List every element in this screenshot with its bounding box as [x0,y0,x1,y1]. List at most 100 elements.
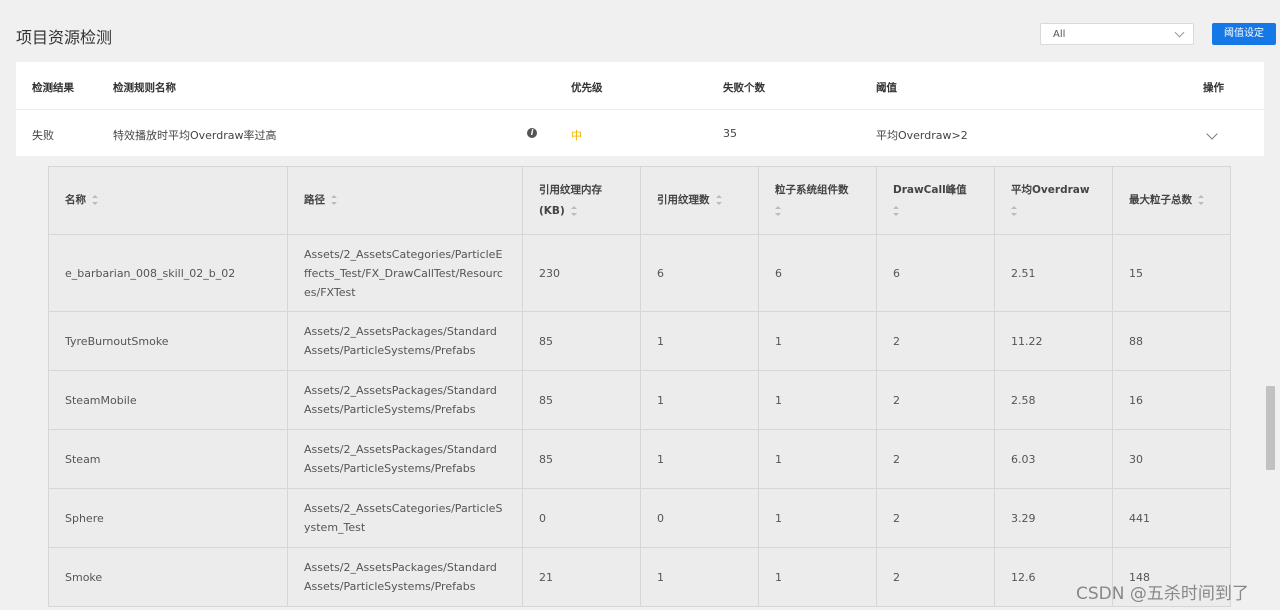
threshold-settings-button[interactable]: 阈值设定 [1212,23,1276,45]
cell-particle-components: 6 [758,234,877,312]
cell-name: SteamMobile [48,370,288,430]
cell-drawcall-peak: 2 [876,429,995,489]
sort-icon[interactable] [92,195,98,205]
cell-texture-memory: 85 [522,311,641,371]
divider [16,109,1276,110]
header-fail-count: 失败个数 [723,82,765,94]
watermark: CSDN @五杀时间到了 [1076,584,1249,604]
rules-panel: 检测结果 检测规则名称 优先级 失败个数 阈值 操作 失败 特效播放时平均Ove… [16,62,1276,156]
cell-name: e_barbarian_008_skill_02_b_02 [48,234,288,312]
scrollbar-track[interactable] [1264,62,1278,610]
column-header-label: 粒子系统组件数 [775,183,849,196]
table-row: Steam Assets/2_AssetsPackages/Standard A… [48,429,1231,489]
cell-drawcall-peak: 2 [876,370,995,430]
cell-texture-memory: 0 [522,488,641,548]
row-fail-count: 35 [723,127,737,140]
table-row: e_barbarian_008_skill_02_b_02 Assets/2_A… [48,234,1231,312]
cell-avg-overdraw: 6.03 [994,429,1113,489]
cell-texture-memory: 230 [522,234,641,312]
cell-path: Assets/2_AssetsCategories/ParticleSystem… [287,488,523,548]
column-header-label: DrawCall峰值 [893,183,967,196]
cell-texture-memory: 85 [522,429,641,489]
column-header-label: 路径 [304,194,325,206]
column-header[interactable]: 平均Overdraw [994,166,1113,235]
sort-icon[interactable] [1198,195,1204,205]
column-header-label: 平均Overdraw [1011,183,1090,196]
table-row: SteamMobile Assets/2_AssetsPackages/Stan… [48,370,1231,430]
header-result: 检测结果 [32,82,74,94]
cell-path: Assets/2_AssetsPackages/Standard Assets/… [287,429,523,489]
table-row: Smoke Assets/2_AssetsPackages/Standard A… [48,547,1231,607]
cell-particle-components: 1 [758,547,877,607]
page-title: 项目资源检测 [16,28,113,47]
column-header-label: 引用纹理数 [657,194,710,206]
column-header[interactable]: 引用纹理数 [640,166,759,235]
filter-select[interactable]: All [1040,23,1194,45]
cell-max-particles: 15 [1112,234,1231,312]
cell-avg-overdraw: 11.22 [994,311,1113,371]
info-icon[interactable]: i [527,128,537,138]
cell-drawcall-peak: 2 [876,311,995,371]
cell-name: Smoke [48,547,288,607]
column-header-label: 名称 [65,194,86,206]
cell-particle-components: 1 [758,311,877,371]
cell-particle-components: 1 [758,488,877,548]
cell-max-particles: 30 [1112,429,1231,489]
sort-icon[interactable] [570,205,577,216]
cell-texture-count: 1 [640,370,759,430]
column-header[interactable]: 粒子系统组件数 [758,166,877,235]
sort-icon[interactable] [1011,205,1017,216]
detail-header-row: 名称 路径 引用纹理内存(KB) 引用纹理数 粒子系统组件数 DrawCall峰… [48,166,1231,235]
cell-path: Assets/2_AssetsCategories/ParticleEffect… [287,234,523,312]
header-threshold: 阈值 [876,82,897,94]
chevron-down-icon [1174,27,1185,38]
cell-avg-overdraw: 2.58 [994,370,1113,430]
row-threshold: 平均Overdraw>2 [876,129,968,142]
cell-particle-components: 1 [758,429,877,489]
row-rule-name: 特效播放时平均Overdraw率过高 [113,129,277,142]
cell-texture-count: 1 [640,311,759,371]
cell-name: TyreBurnoutSmoke [48,311,288,371]
header-rule-name: 检测规则名称 [113,82,176,94]
cell-max-particles: 441 [1112,488,1231,548]
cell-max-particles: 88 [1112,311,1231,371]
sort-icon[interactable] [893,205,899,216]
column-header[interactable]: 名称 [48,166,288,235]
sort-icon[interactable] [775,205,781,216]
column-header[interactable]: 最大粒子总数 [1112,166,1231,235]
cell-path: Assets/2_AssetsPackages/Standard Assets/… [287,547,523,607]
cell-avg-overdraw: 3.29 [994,488,1113,548]
row-priority: 中 [571,129,582,142]
row-result: 失败 [32,129,54,142]
cell-drawcall-peak: 2 [876,488,995,548]
chevron-down-icon[interactable] [1206,128,1218,140]
cell-path: Assets/2_AssetsPackages/Standard Assets/… [287,311,523,371]
cell-texture-count: 1 [640,429,759,489]
cell-particle-components: 1 [758,370,877,430]
cell-avg-overdraw: 2.51 [994,234,1113,312]
column-header[interactable]: 路径 [287,166,523,235]
cell-max-particles: 16 [1112,370,1231,430]
column-header[interactable]: DrawCall峰值 [876,166,995,235]
scrollbar-thumb[interactable] [1266,386,1275,470]
column-header-label: 最大粒子总数 [1129,194,1192,206]
cell-name: Steam [48,429,288,489]
filter-select-value: All [1053,29,1066,40]
cell-name: Sphere [48,488,288,548]
detail-table: 名称 路径 引用纹理内存(KB) 引用纹理数 粒子系统组件数 DrawCall峰… [48,166,1231,607]
table-row: Sphere Assets/2_AssetsCategories/Particl… [48,488,1231,548]
header-priority: 优先级 [571,82,603,94]
cell-texture-memory: 21 [522,547,641,607]
column-header[interactable]: 引用纹理内存(KB) [522,166,641,235]
cell-texture-count: 0 [640,488,759,548]
cell-texture-count: 1 [640,547,759,607]
table-row: TyreBurnoutSmoke Assets/2_AssetsPackages… [48,311,1231,371]
cell-drawcall-peak: 6 [876,234,995,312]
cell-drawcall-peak: 2 [876,547,995,607]
cell-texture-memory: 85 [522,370,641,430]
sort-icon[interactable] [715,195,722,205]
header-action: 操作 [1203,82,1224,94]
cell-path: Assets/2_AssetsPackages/Standard Assets/… [287,370,523,430]
cell-texture-count: 6 [640,234,759,312]
sort-icon[interactable] [331,195,337,205]
